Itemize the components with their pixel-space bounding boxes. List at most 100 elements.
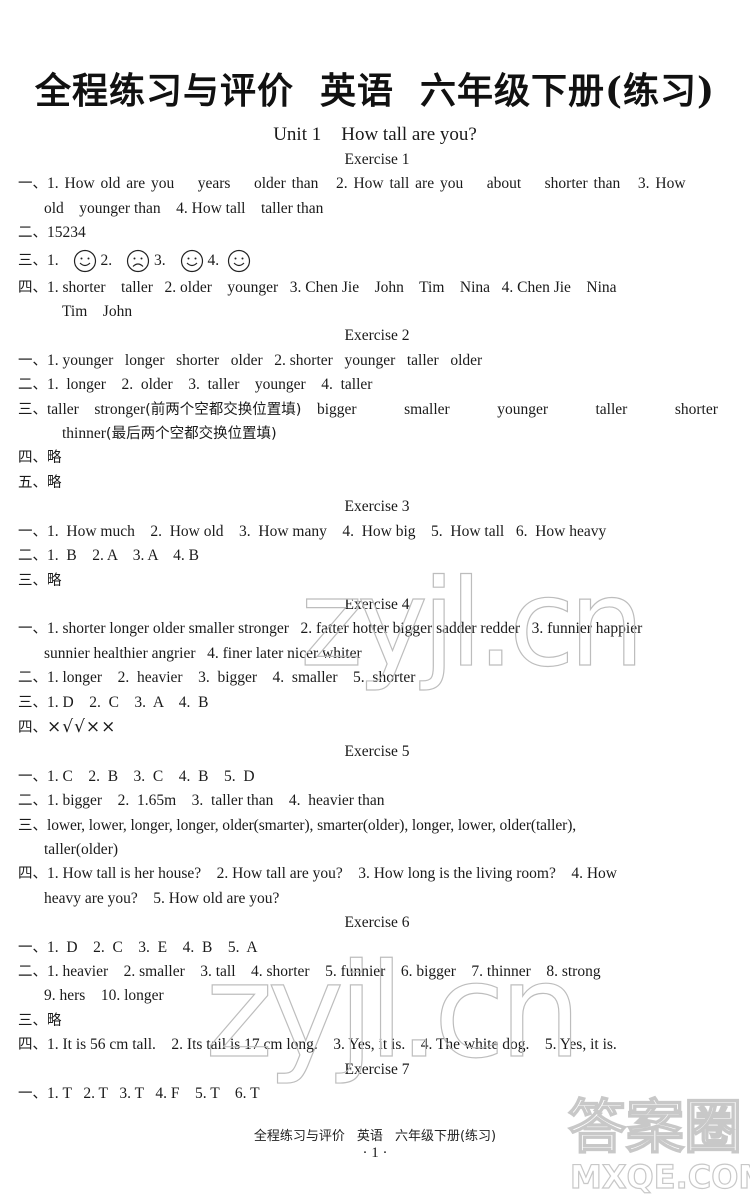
answer-item: 二、1. heavier 2. smaller 3. tall 4. short… xyxy=(18,960,736,984)
exercise-heading: Exercise 4 xyxy=(344,595,410,613)
item-prefix: 二、 xyxy=(18,964,47,980)
answer-text: 略 xyxy=(47,474,62,491)
exercise-3: Exercise 3 一、1. How much 2. How old 3. H… xyxy=(18,495,736,593)
face-label: 1. xyxy=(47,251,59,269)
answer-item: 三、taller stronger(前两个空都交换位置填) bigger sma… xyxy=(18,398,736,422)
answer-item: 一、1. T 2. T 3. T 4. F 5. T 6. T xyxy=(18,1082,736,1106)
answer-note: (前两个空都交换位置填) xyxy=(145,401,302,418)
smiley-face-icon xyxy=(73,249,96,273)
item-prefix: 二、 xyxy=(18,548,47,565)
answer-item: 四、1. It is 56 cm tall. 2. Its tail is 17… xyxy=(18,1033,736,1057)
answer-item: 四、略 xyxy=(18,446,736,470)
page-title: 全程练习与评价 英语 六年级下册(练习) xyxy=(0,62,750,114)
answer-continuation: thinner(最后两个空都交换位置填) xyxy=(18,422,736,446)
face-label: 2. xyxy=(100,251,113,269)
answer-note: (最后两个空都交换位置填) xyxy=(105,426,277,443)
item-prefix: 三、 xyxy=(18,401,47,418)
answer-text: thinner xyxy=(62,425,106,443)
footer-series: 全程练习与评价 xyxy=(253,1129,345,1144)
answer-item: 三、1. D 2. C 3. A 4. B xyxy=(18,691,736,715)
answer-continuation: taller(older) xyxy=(44,840,119,858)
item-prefix: 四、 xyxy=(18,279,47,296)
unit-title: How tall are you? xyxy=(341,124,477,145)
answer-text: 略 xyxy=(47,572,62,589)
exercise-heading: Exercise 3 xyxy=(344,498,410,516)
answer-item: 五、略 xyxy=(18,471,736,495)
exercise-heading: Exercise 1 xyxy=(344,151,410,168)
exercise-heading: Exercise 6 xyxy=(344,914,410,932)
answer-text: 1. shorter longer older smaller stronger… xyxy=(47,620,643,638)
item-prefix: 五、 xyxy=(18,474,47,491)
face-label: 3. xyxy=(154,251,166,269)
answer-continuation: Tim John xyxy=(62,303,133,321)
item-prefix: 一、 xyxy=(18,621,47,638)
answer-text: 1. D 2. C 3. E 4. B 5. A xyxy=(47,938,258,956)
answer-text: 1. bigger 2. 1.65m 3. taller than 4. hea… xyxy=(47,792,385,810)
title-series: 全程练习与评价 xyxy=(34,70,294,112)
unit-label: Unit 1 xyxy=(273,124,322,145)
answer-text: 1. How old are you years older than 2. H… xyxy=(47,175,686,193)
unit-heading: Unit 1 How tall are you? xyxy=(0,124,750,146)
answer-item: 二、15234 xyxy=(18,221,736,245)
answer-text: 1. T 2. T 3. T 4. F 5. T 6. T xyxy=(47,1085,260,1103)
exercise-6: Exercise 6 一、1. D 2. C 3. E 4. B 5. A 二、… xyxy=(18,911,736,1057)
answer-item: 一、1. How old are you years older than 2.… xyxy=(18,172,736,196)
item-prefix: 四、 xyxy=(18,719,47,736)
answer-text: 1. B 2. A 3. A 4. B xyxy=(47,547,200,565)
answer-text: 1. longer 2. heavier 3. bigger 4. smalle… xyxy=(47,669,416,687)
title-grade: 六年级下册(练习) xyxy=(419,70,716,112)
answer-text: 15234 xyxy=(47,224,86,242)
item-prefix: 四、 xyxy=(18,866,47,883)
answer-item: 二、1. B 2. A 3. A 4. B xyxy=(18,544,736,568)
answer-item: 一、1. How much 2. How old 3. How many 4. … xyxy=(18,520,736,544)
answer-continuation: old younger than 4. How tall taller than xyxy=(44,199,324,217)
answer-text: 略 xyxy=(47,450,62,467)
answer-item: 三、略 xyxy=(18,1009,736,1033)
answer-text: 1. longer 2. older 3. taller younger 4. … xyxy=(47,376,373,394)
item-prefix: 一、 xyxy=(18,352,47,369)
answer-text: 1. It is 56 cm tall. 2. Its tail is 17 c… xyxy=(47,1036,617,1054)
answer-text: 1. shorter taller 2. older younger 3. Ch… xyxy=(47,278,617,296)
item-prefix: 二、 xyxy=(18,225,47,242)
item-prefix: 三、 xyxy=(18,572,47,589)
answer-item: 四、1. How tall is her house? 2. How tall … xyxy=(18,862,736,886)
item-prefix: 一、 xyxy=(18,176,47,193)
smiley-face-icon xyxy=(180,249,203,273)
answer-continuation: sunnier healthier angrier 4. finer later… xyxy=(44,644,362,662)
answer-item-faces: 三、1. 2. 3. 4. xyxy=(18,246,736,276)
item-prefix: 四、 xyxy=(18,450,47,467)
answer-item: 一、1. D 2. C 3. E 4. B 5. A xyxy=(18,936,736,960)
item-prefix: 三、 xyxy=(18,694,47,711)
exercise-heading: Exercise 5 xyxy=(344,743,410,761)
answer-item: 二、1. longer 2. older 3. taller younger 4… xyxy=(18,373,736,397)
answer-continuation: heavy are you? 5. How old are you? xyxy=(44,889,280,907)
exercise-5: Exercise 5 一、1. C 2. B 3. C 4. B 5. D 二、… xyxy=(18,740,736,911)
answer-item: 一、1. C 2. B 3. C 4. B 5. D xyxy=(18,765,736,789)
answer-text: 1. C 2. B 3. C 4. B 5. D xyxy=(47,767,255,785)
answer-text: 1. How tall is her house? 2. How tall ar… xyxy=(47,865,617,883)
item-prefix: 三、 xyxy=(18,817,47,834)
exercise-heading: Exercise 7 xyxy=(344,1060,410,1078)
answer-text: 1. younger longer shorter older 2. short… xyxy=(47,351,483,369)
answer-item: 二、1. longer 2. heavier 3. bigger 4. smal… xyxy=(18,666,736,690)
item-prefix: 三、 xyxy=(18,252,47,269)
smiley-face-icon xyxy=(227,249,251,273)
title-subject: 英语 xyxy=(319,70,394,112)
footer-subject: 英语 xyxy=(356,1129,383,1144)
answer-continuation: 9. hers 10. longer xyxy=(44,987,164,1005)
item-prefix: 一、 xyxy=(18,523,47,540)
face-label: 4. xyxy=(207,251,220,269)
answer-item: 四、1. shorter taller 2. older younger 3. … xyxy=(18,276,736,300)
answer-text: 略 xyxy=(47,1012,62,1029)
answer-item: 三、lower, lower, longer, longer, older(sm… xyxy=(18,814,736,838)
watermark-corner-domain: MXQE.COM xyxy=(569,1157,750,1196)
answer-item: 四、×√√×× xyxy=(18,715,736,740)
exercise-2: Exercise 2 一、1. younger longer shorter o… xyxy=(18,324,736,495)
item-prefix: 二、 xyxy=(18,793,47,810)
answer-item: 一、1. shorter longer older smaller strong… xyxy=(18,617,736,641)
item-prefix: 二、 xyxy=(18,670,47,687)
page-footer: 全程练习与评价 英语 六年级下册(练习) xyxy=(0,1125,750,1144)
item-prefix: 三、 xyxy=(18,1012,47,1029)
item-prefix: 一、 xyxy=(18,1086,47,1103)
page-number: · 1 · xyxy=(362,1145,388,1161)
